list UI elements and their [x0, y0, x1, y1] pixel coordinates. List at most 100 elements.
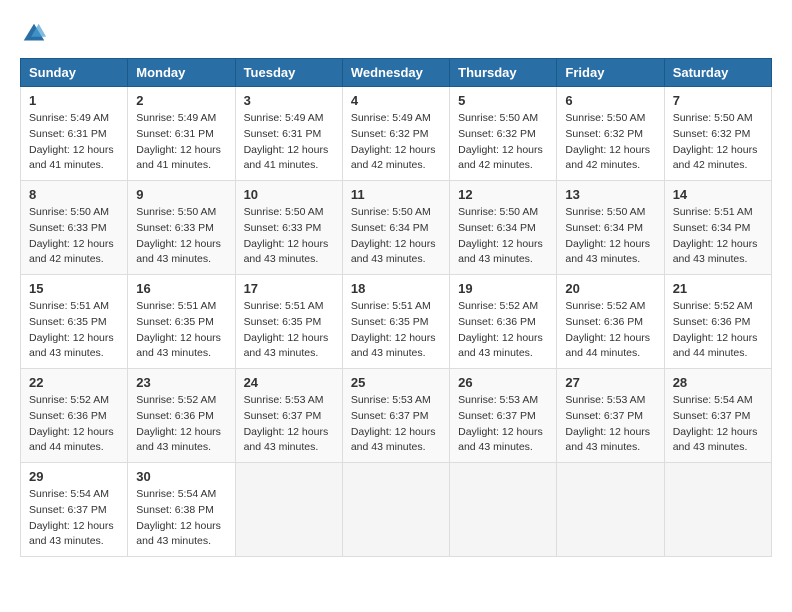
calendar-cell: 11Sunrise: 5:50 AM Sunset: 6:34 PM Dayli…: [342, 181, 449, 275]
day-info: Sunrise: 5:52 AM Sunset: 6:36 PM Dayligh…: [29, 393, 119, 456]
calendar-cell: 7Sunrise: 5:50 AM Sunset: 6:32 PM Daylig…: [664, 87, 771, 181]
calendar-cell: 30 Sunrise: 5:54 AM Sunset: 6:38 PM Dayli…: [128, 463, 235, 557]
day-info: Sunrise: 5:51 AM Sunset: 6:35 PM Dayligh…: [244, 299, 334, 362]
calendar-cell: 6 Sunrise: 5:50 AM Sunset: 6:32 PM Daylig…: [557, 87, 664, 181]
day-info: Sunrise: 5:53 AM Sunset: 6:37 PM Dayligh…: [351, 393, 441, 456]
day-info: Sunrise: 5:52 AM Sunset: 6:36 PM Dayligh…: [458, 299, 548, 362]
day-info: Sunrise: 5:50 AM Sunset: 6:33 PM Dayligh…: [136, 205, 226, 268]
day-header-monday: Monday: [128, 59, 235, 87]
calendar-week-row: 1 Sunrise: 5:49 AM Sunset: 6:31 PM Daylig…: [21, 87, 772, 181]
day-number: 17: [244, 281, 334, 296]
day-info: Sunrise: 5:53 AM Sunset: 6:37 PM Dayligh…: [458, 393, 548, 456]
calendar-cell: 10 Sunrise: 5:50 AM Sunset: 6:33 PM Dayli…: [235, 181, 342, 275]
day-number: 23: [136, 375, 226, 390]
calendar-cell: [557, 463, 664, 557]
calendar-cell: 9 Sunrise: 5:50 AM Sunset: 6:33 PM Daylig…: [128, 181, 235, 275]
day-info: Sunrise: 5:49 AM Sunset: 6:31 PM Dayligh…: [136, 111, 226, 174]
day-number: 5: [458, 93, 548, 108]
day-header-wednesday: Wednesday: [342, 59, 449, 87]
day-number: 29: [29, 469, 119, 484]
day-number: 3: [244, 93, 334, 108]
day-info: Sunrise: 5:50 AM Sunset: 6:33 PM Dayligh…: [244, 205, 334, 268]
calendar-cell: 17 Sunrise: 5:51 AM Sunset: 6:35 PM Dayli…: [235, 275, 342, 369]
calendar-cell: 5 Sunrise: 5:50 AM Sunset: 6:32 PM Daylig…: [450, 87, 557, 181]
day-info: Sunrise: 5:52 AM Sunset: 6:36 PM Dayligh…: [673, 299, 763, 362]
calendar-cell: [235, 463, 342, 557]
calendar-cell: 3 Sunrise: 5:49 AM Sunset: 6:31 PM Daylig…: [235, 87, 342, 181]
day-info: Sunrise: 5:52 AM Sunset: 6:36 PM Dayligh…: [565, 299, 655, 362]
day-info: Sunrise: 5:52 AM Sunset: 6:36 PM Dayligh…: [136, 393, 226, 456]
day-info: Sunrise: 5:49 AM Sunset: 6:31 PM Dayligh…: [244, 111, 334, 174]
calendar-cell: 22 Sunrise: 5:52 AM Sunset: 6:36 PM Dayli…: [21, 369, 128, 463]
calendar-cell: 23 Sunrise: 5:52 AM Sunset: 6:36 PM Dayli…: [128, 369, 235, 463]
day-number: 2: [136, 93, 226, 108]
day-number: 1: [29, 93, 119, 108]
day-number: 12: [458, 187, 548, 202]
calendar-cell: 26 Sunrise: 5:53 AM Sunset: 6:37 PM Dayli…: [450, 369, 557, 463]
calendar-cell: [664, 463, 771, 557]
calendar-week-row: 15 Sunrise: 5:51 AM Sunset: 6:35 PM Dayli…: [21, 275, 772, 369]
day-header-thursday: Thursday: [450, 59, 557, 87]
day-info: Sunrise: 5:50 AM Sunset: 6:34 PM Dayligh…: [565, 205, 655, 268]
day-number: 22: [29, 375, 119, 390]
day-info: Sunrise: 5:51 AM Sunset: 6:35 PM Dayligh…: [351, 299, 441, 362]
calendar-cell: 2 Sunrise: 5:49 AM Sunset: 6:31 PM Daylig…: [128, 87, 235, 181]
day-info: Sunrise: 5:50 AM Sunset: 6:32 PM Dayligh…: [565, 111, 655, 174]
day-header-sunday: Sunday: [21, 59, 128, 87]
day-info: Sunrise: 5:54 AM Sunset: 6:37 PM Dayligh…: [29, 487, 119, 550]
day-number: 15: [29, 281, 119, 296]
logo: [20, 20, 52, 48]
day-info: Sunrise: 5:54 AM Sunset: 6:37 PM Dayligh…: [673, 393, 763, 456]
day-info: Sunrise: 5:51 AM Sunset: 6:34 PM Dayligh…: [673, 205, 763, 268]
day-header-tuesday: Tuesday: [235, 59, 342, 87]
page-header: [20, 20, 772, 48]
logo-icon: [20, 20, 48, 48]
calendar-cell: 8 Sunrise: 5:50 AM Sunset: 6:33 PM Daylig…: [21, 181, 128, 275]
day-info: Sunrise: 5:53 AM Sunset: 6:37 PM Dayligh…: [244, 393, 334, 456]
day-info: Sunrise: 5:53 AM Sunset: 6:37 PM Dayligh…: [565, 393, 655, 456]
day-number: 10: [244, 187, 334, 202]
day-info: Sunrise: 5:50 AM Sunset: 6:34 PM Dayligh…: [458, 205, 548, 268]
day-number: 8: [29, 187, 119, 202]
calendar-cell: 19 Sunrise: 5:52 AM Sunset: 6:36 PM Dayli…: [450, 275, 557, 369]
day-info: Sunrise: 5:51 AM Sunset: 6:35 PM Dayligh…: [29, 299, 119, 362]
day-number: 28: [673, 375, 763, 390]
calendar-cell: 21Sunrise: 5:52 AM Sunset: 6:36 PM Dayli…: [664, 275, 771, 369]
calendar-cell: 20 Sunrise: 5:52 AM Sunset: 6:36 PM Dayli…: [557, 275, 664, 369]
calendar-cell: 27Sunrise: 5:53 AM Sunset: 6:37 PM Dayli…: [557, 369, 664, 463]
day-number: 20: [565, 281, 655, 296]
day-info: Sunrise: 5:49 AM Sunset: 6:32 PM Dayligh…: [351, 111, 441, 174]
day-number: 30: [136, 469, 226, 484]
day-number: 18: [351, 281, 441, 296]
calendar-cell: [450, 463, 557, 557]
day-number: 7: [673, 93, 763, 108]
day-info: Sunrise: 5:50 AM Sunset: 6:33 PM Dayligh…: [29, 205, 119, 268]
calendar-cell: 16Sunrise: 5:51 AM Sunset: 6:35 PM Dayli…: [128, 275, 235, 369]
calendar-week-row: 22 Sunrise: 5:52 AM Sunset: 6:36 PM Dayli…: [21, 369, 772, 463]
calendar-cell: 14 Sunrise: 5:51 AM Sunset: 6:34 PM Dayli…: [664, 181, 771, 275]
day-info: Sunrise: 5:54 AM Sunset: 6:38 PM Dayligh…: [136, 487, 226, 550]
day-number: 19: [458, 281, 548, 296]
day-number: 13: [565, 187, 655, 202]
calendar-header-row: SundayMondayTuesdayWednesdayThursdayFrid…: [21, 59, 772, 87]
calendar-table: SundayMondayTuesdayWednesdayThursdayFrid…: [20, 58, 772, 557]
day-number: 24: [244, 375, 334, 390]
calendar-cell: 13 Sunrise: 5:50 AM Sunset: 6:34 PM Dayli…: [557, 181, 664, 275]
day-number: 11: [351, 187, 441, 202]
calendar-cell: 15 Sunrise: 5:51 AM Sunset: 6:35 PM Dayli…: [21, 275, 128, 369]
calendar-cell: 29 Sunrise: 5:54 AM Sunset: 6:37 PM Dayli…: [21, 463, 128, 557]
day-number: 6: [565, 93, 655, 108]
day-info: Sunrise: 5:50 AM Sunset: 6:32 PM Dayligh…: [458, 111, 548, 174]
day-info: Sunrise: 5:51 AM Sunset: 6:35 PM Dayligh…: [136, 299, 226, 362]
day-number: 4: [351, 93, 441, 108]
day-number: 26: [458, 375, 548, 390]
day-number: 9: [136, 187, 226, 202]
calendar-week-row: 8 Sunrise: 5:50 AM Sunset: 6:33 PM Daylig…: [21, 181, 772, 275]
day-info: Sunrise: 5:49 AM Sunset: 6:31 PM Dayligh…: [29, 111, 119, 174]
day-header-saturday: Saturday: [664, 59, 771, 87]
day-header-friday: Friday: [557, 59, 664, 87]
calendar-cell: 12 Sunrise: 5:50 AM Sunset: 6:34 PM Dayli…: [450, 181, 557, 275]
calendar-cell: 28 Sunrise: 5:54 AM Sunset: 6:37 PM Dayli…: [664, 369, 771, 463]
day-number: 14: [673, 187, 763, 202]
calendar-cell: 4 Sunrise: 5:49 AM Sunset: 6:32 PM Daylig…: [342, 87, 449, 181]
